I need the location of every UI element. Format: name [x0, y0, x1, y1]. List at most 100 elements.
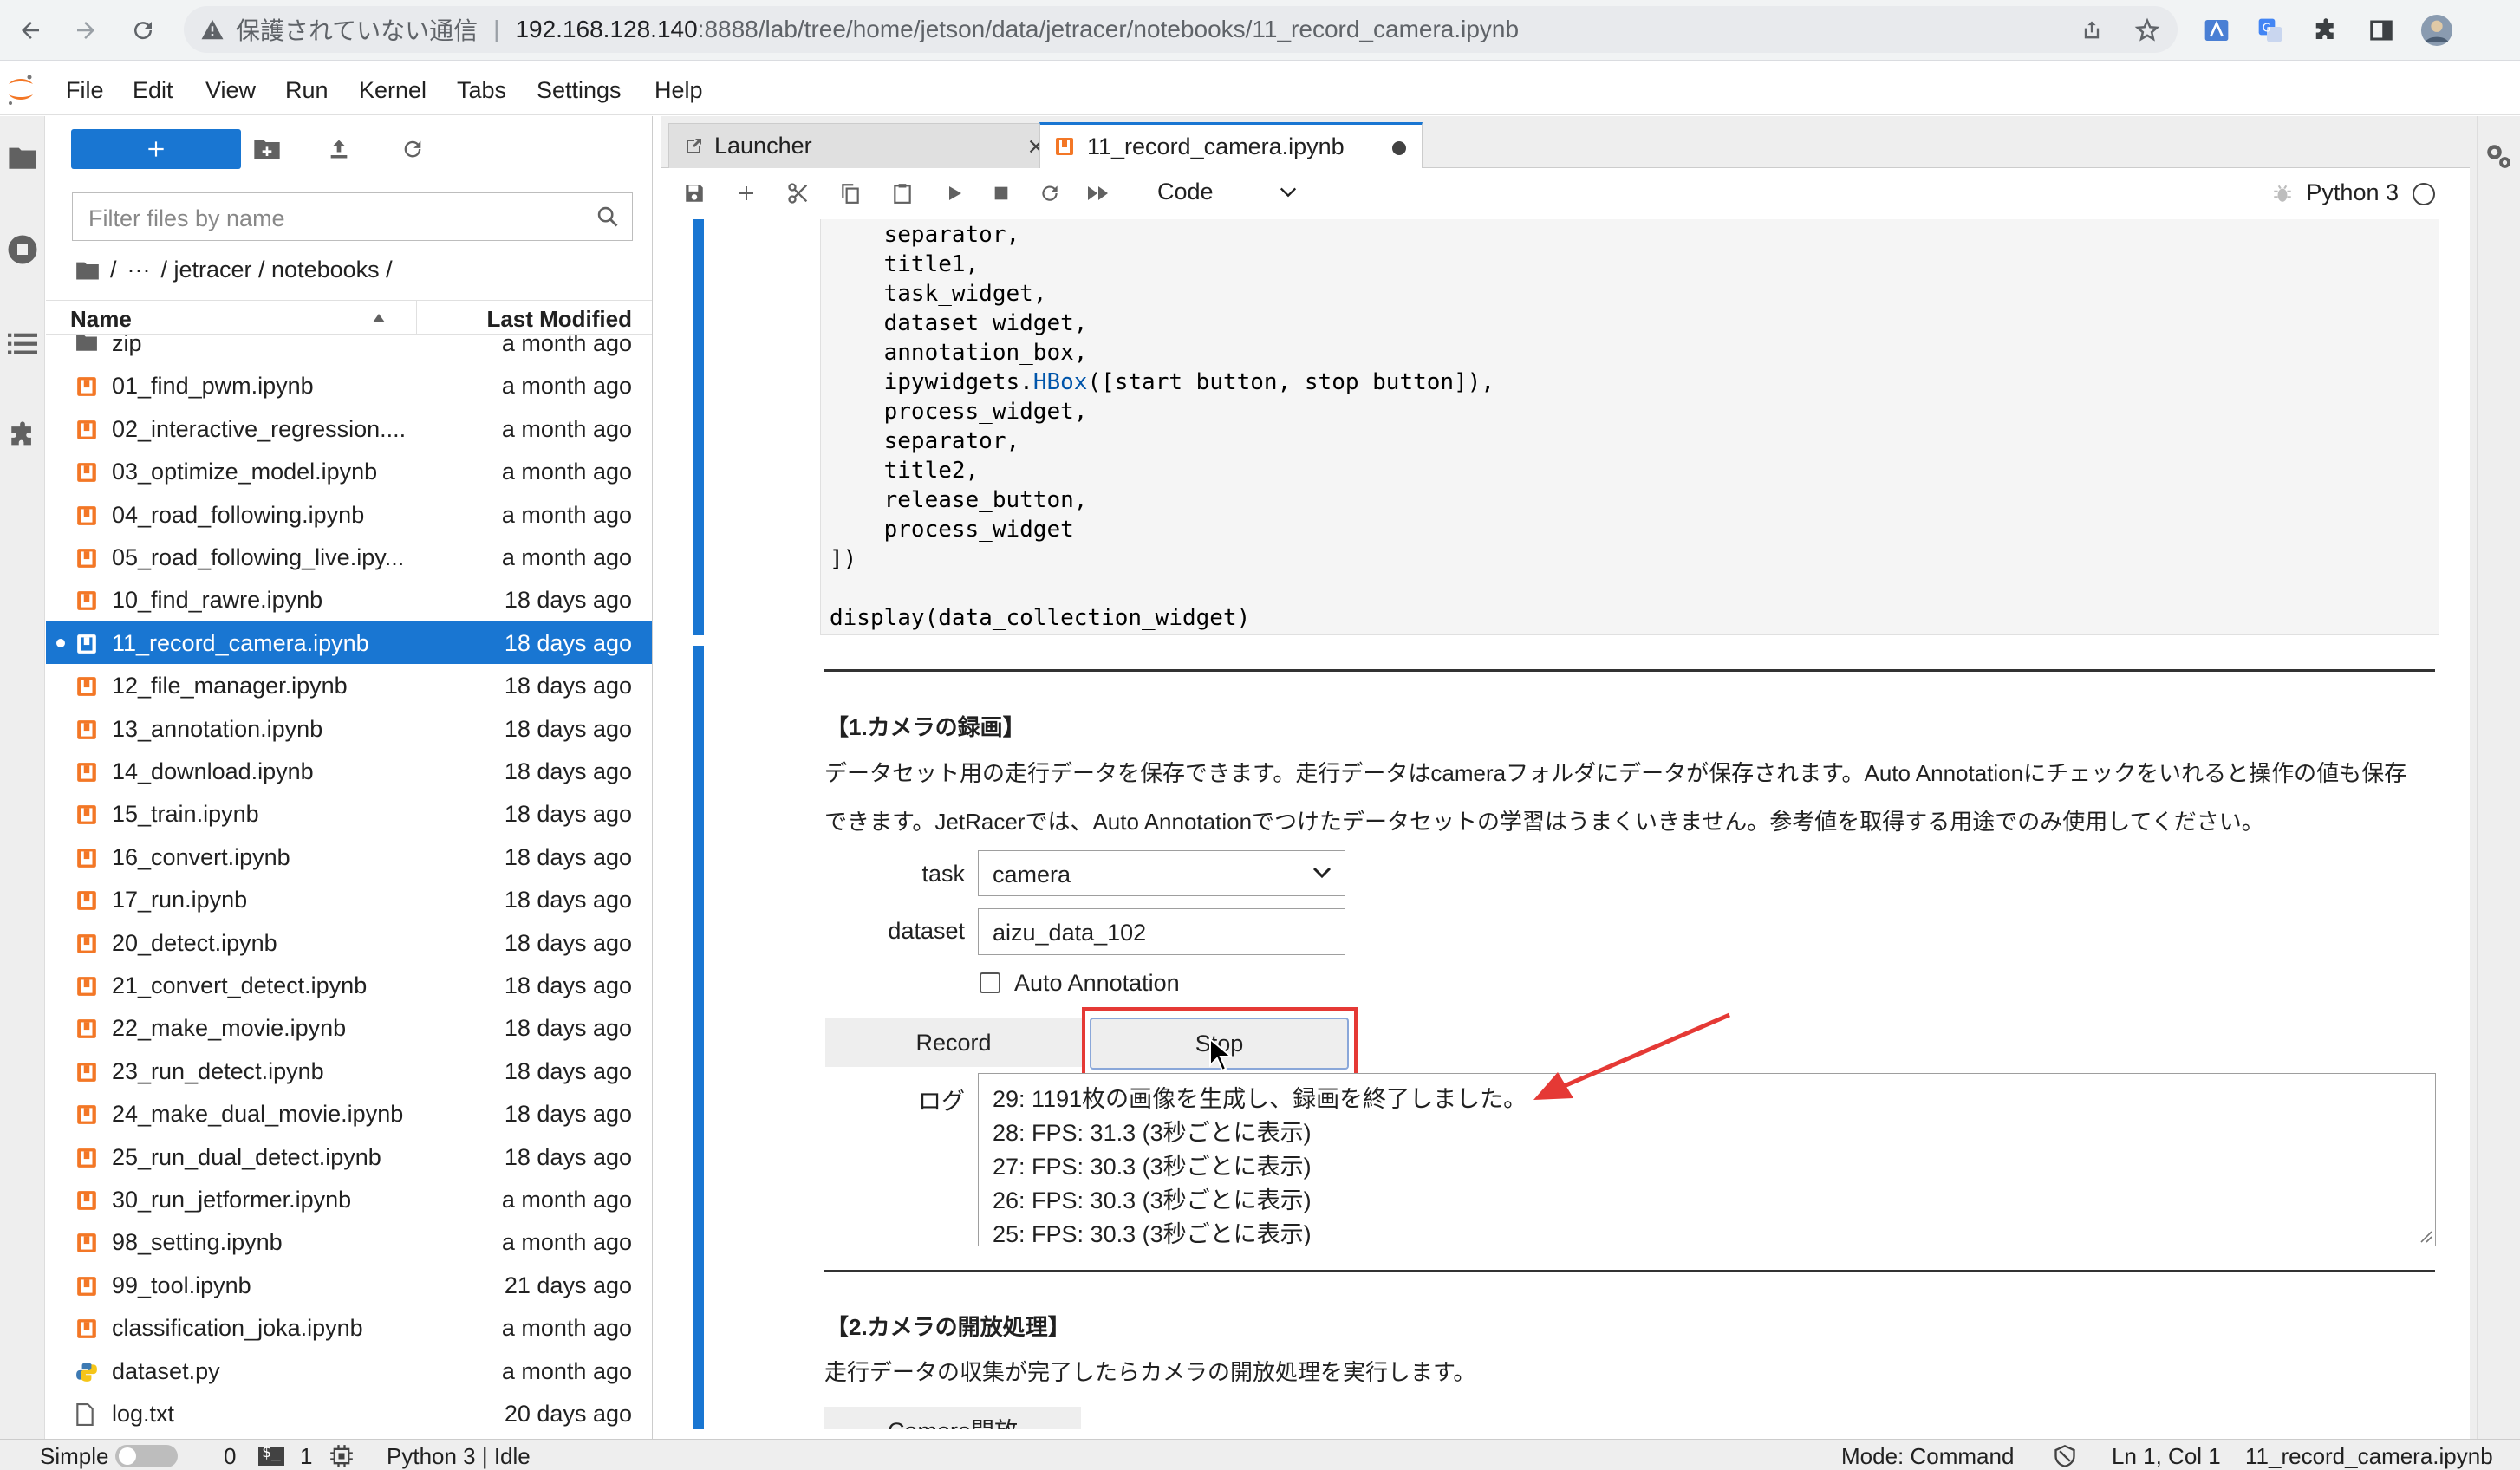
file-row[interactable]: 20_detect.ipynb 18 days ago [46, 921, 652, 964]
property-inspector-icon[interactable] [2483, 140, 2514, 172]
cpu-icon[interactable] [329, 1444, 354, 1468]
stop-icon[interactable] [987, 179, 1015, 207]
menu-settings[interactable]: Settings [537, 77, 622, 104]
simple-mode-toggle[interactable] [115, 1445, 178, 1467]
file-row[interactable]: 17_run.ipynb 18 days ago [46, 878, 652, 920]
home-folder-icon[interactable] [75, 260, 100, 281]
new-launcher-button[interactable] [71, 129, 241, 169]
file-row[interactable]: 11_record_camera.ipynb 18 days ago [46, 621, 652, 664]
file-modified: a month ago [501, 373, 632, 400]
extension-a-icon[interactable] [2200, 14, 2233, 47]
file-row[interactable]: 02_interactive_regression.... a month ago [46, 407, 652, 450]
record-button[interactable]: Record [825, 1018, 1082, 1067]
file-row[interactable]: zip a month ago [46, 335, 652, 364]
file-row[interactable]: 05_road_following_live.ipy... a month ago [46, 536, 652, 578]
terminal-icon[interactable]: $_ [258, 1443, 284, 1466]
file-row[interactable]: 12_file_manager.ipynb 18 days ago [46, 664, 652, 706]
menu-kernel[interactable]: Kernel [359, 77, 427, 104]
notebook-icon [75, 719, 98, 741]
file-row[interactable]: 21_convert_detect.ipynb 18 days ago [46, 964, 652, 1006]
breadcrumb-ellipsis[interactable]: ··· [127, 257, 151, 283]
tab-11-record-camera[interactable]: 11_record_camera.ipynb [1039, 122, 1423, 168]
menu-run[interactable]: Run [285, 77, 329, 104]
new-folder-icon[interactable] [250, 132, 284, 166]
folder-icon[interactable] [5, 140, 40, 175]
file-row[interactable]: log.txt 20 days ago [46, 1392, 652, 1434]
task-dropdown[interactable]: camera [978, 850, 1345, 896]
restart-icon[interactable] [1036, 179, 1064, 207]
extensions-puzzle-icon[interactable] [2309, 14, 2342, 47]
file-row[interactable]: 16_convert.ipynb 18 days ago [46, 836, 652, 878]
mode-indicator[interactable]: Mode: Command [1841, 1443, 2014, 1470]
menu-view[interactable]: View [205, 77, 256, 104]
upload-icon[interactable] [322, 132, 356, 166]
menu-edit[interactable]: Edit [133, 77, 173, 104]
insert-cell-icon[interactable] [733, 179, 760, 207]
output-cell-collapser[interactable] [693, 646, 704, 1429]
file-row[interactable]: 98_setting.ipynb a month ago [46, 1220, 652, 1263]
menu-tabs[interactable]: Tabs [457, 77, 506, 104]
reload-icon[interactable] [125, 12, 161, 49]
debugger-icon[interactable] [2269, 179, 2296, 207]
auto-annotation-checkbox[interactable] [980, 972, 1000, 993]
file-row[interactable]: 14_download.ipynb 18 days ago [46, 750, 652, 792]
file-row[interactable]: 23_run_detect.ipynb 18 days ago [46, 1050, 652, 1092]
fast-forward-icon[interactable] [1084, 179, 1112, 207]
file-row[interactable]: 99_tool.ipynb 21 days ago [46, 1264, 652, 1306]
breadcrumb-root[interactable]: / [110, 257, 117, 283]
forward-icon[interactable] [68, 12, 104, 49]
file-row[interactable]: 10_find_rawre.ipynb 18 days ago [46, 578, 652, 621]
cell-type-select[interactable]: Code [1157, 179, 1297, 205]
share-icon[interactable] [2075, 14, 2108, 47]
resize-handle-icon[interactable] [2418, 1228, 2433, 1244]
column-last-modified[interactable]: Last Modified [486, 306, 632, 333]
column-name[interactable]: Name [70, 306, 132, 333]
file-row[interactable]: classification_joka.ipynb a month ago [46, 1306, 652, 1349]
file-row[interactable]: 04_road_following.ipynb a month ago [46, 493, 652, 536]
file-row[interactable]: 30_run_jetformer.ipynb a month ago [46, 1178, 652, 1220]
camera-release-button[interactable]: Camera開放 [824, 1407, 1081, 1429]
code-cell-collapser[interactable] [693, 219, 704, 635]
back-icon[interactable] [12, 12, 49, 49]
extension-manager-icon[interactable] [5, 418, 40, 452]
file-row[interactable]: 13_annotation.ipynb 18 days ago [46, 707, 652, 750]
file-row[interactable]: 01_find_pwm.ipynb a month ago [46, 364, 652, 407]
file-row[interactable]: 15_train.ipynb 18 days ago [46, 792, 652, 835]
code-cell-editor[interactable]: separator, title1, task_widget, dataset_… [820, 219, 2439, 635]
tab-launcher[interactable]: Launcher [668, 123, 1058, 168]
table-of-contents-icon[interactable] [5, 326, 40, 361]
address-bar[interactable]: 保護されていない通信 | 192.168.128.140:8888/lab/tr… [184, 6, 2178, 53]
cut-icon[interactable] [785, 179, 812, 207]
file-row[interactable]: 22_make_movie.ipynb 18 days ago [46, 1006, 652, 1049]
refresh-icon[interactable] [395, 132, 430, 166]
unsaved-dot-icon[interactable] [1392, 141, 1406, 155]
terminal-count[interactable]: 1 [300, 1443, 312, 1470]
bookmark-star-icon[interactable] [2131, 14, 2164, 47]
paste-icon[interactable] [889, 179, 916, 207]
breadcrumb-path[interactable]: / jetracer / notebooks / [161, 257, 393, 283]
menu-file[interactable]: File [66, 77, 104, 104]
kernel-status[interactable]: Python 3 | Idle [387, 1443, 531, 1470]
side-panel-icon[interactable] [2365, 14, 2398, 47]
file-modified: 18 days ago [504, 929, 632, 956]
copy-icon[interactable] [837, 179, 864, 207]
translate-icon[interactable]: G [2254, 14, 2287, 47]
file-row[interactable]: dataset.py a month ago [46, 1350, 652, 1392]
column-divider[interactable] [416, 301, 417, 335]
save-icon[interactable] [680, 179, 708, 207]
dataset-input[interactable]: aizu_data_102 [978, 908, 1345, 955]
menu-help[interactable]: Help [654, 77, 703, 104]
kernel-count[interactable]: 0 [224, 1443, 236, 1470]
trusted-shield-icon[interactable] [2053, 1444, 2077, 1468]
profile-avatar[interactable] [2420, 14, 2453, 47]
file-row[interactable]: 24_make_dual_movie.ipynb 18 days ago [46, 1092, 652, 1135]
notebook-scrollbar[interactable] [2470, 116, 2477, 1439]
file-row[interactable]: 25_run_dual_detect.ipynb 18 days ago [46, 1135, 652, 1178]
file-row[interactable]: 03_optimize_model.ipynb a month ago [46, 450, 652, 492]
file-filter-input[interactable]: Filter files by name [72, 192, 633, 241]
status-filename[interactable]: 11_record_camera.ipynb [2245, 1443, 2493, 1470]
kernel-name[interactable]: Python 3 [2306, 179, 2399, 206]
run-icon[interactable] [941, 179, 968, 207]
cursor-position[interactable]: Ln 1, Col 1 [2112, 1443, 2221, 1470]
running-kernels-icon[interactable] [5, 232, 40, 267]
